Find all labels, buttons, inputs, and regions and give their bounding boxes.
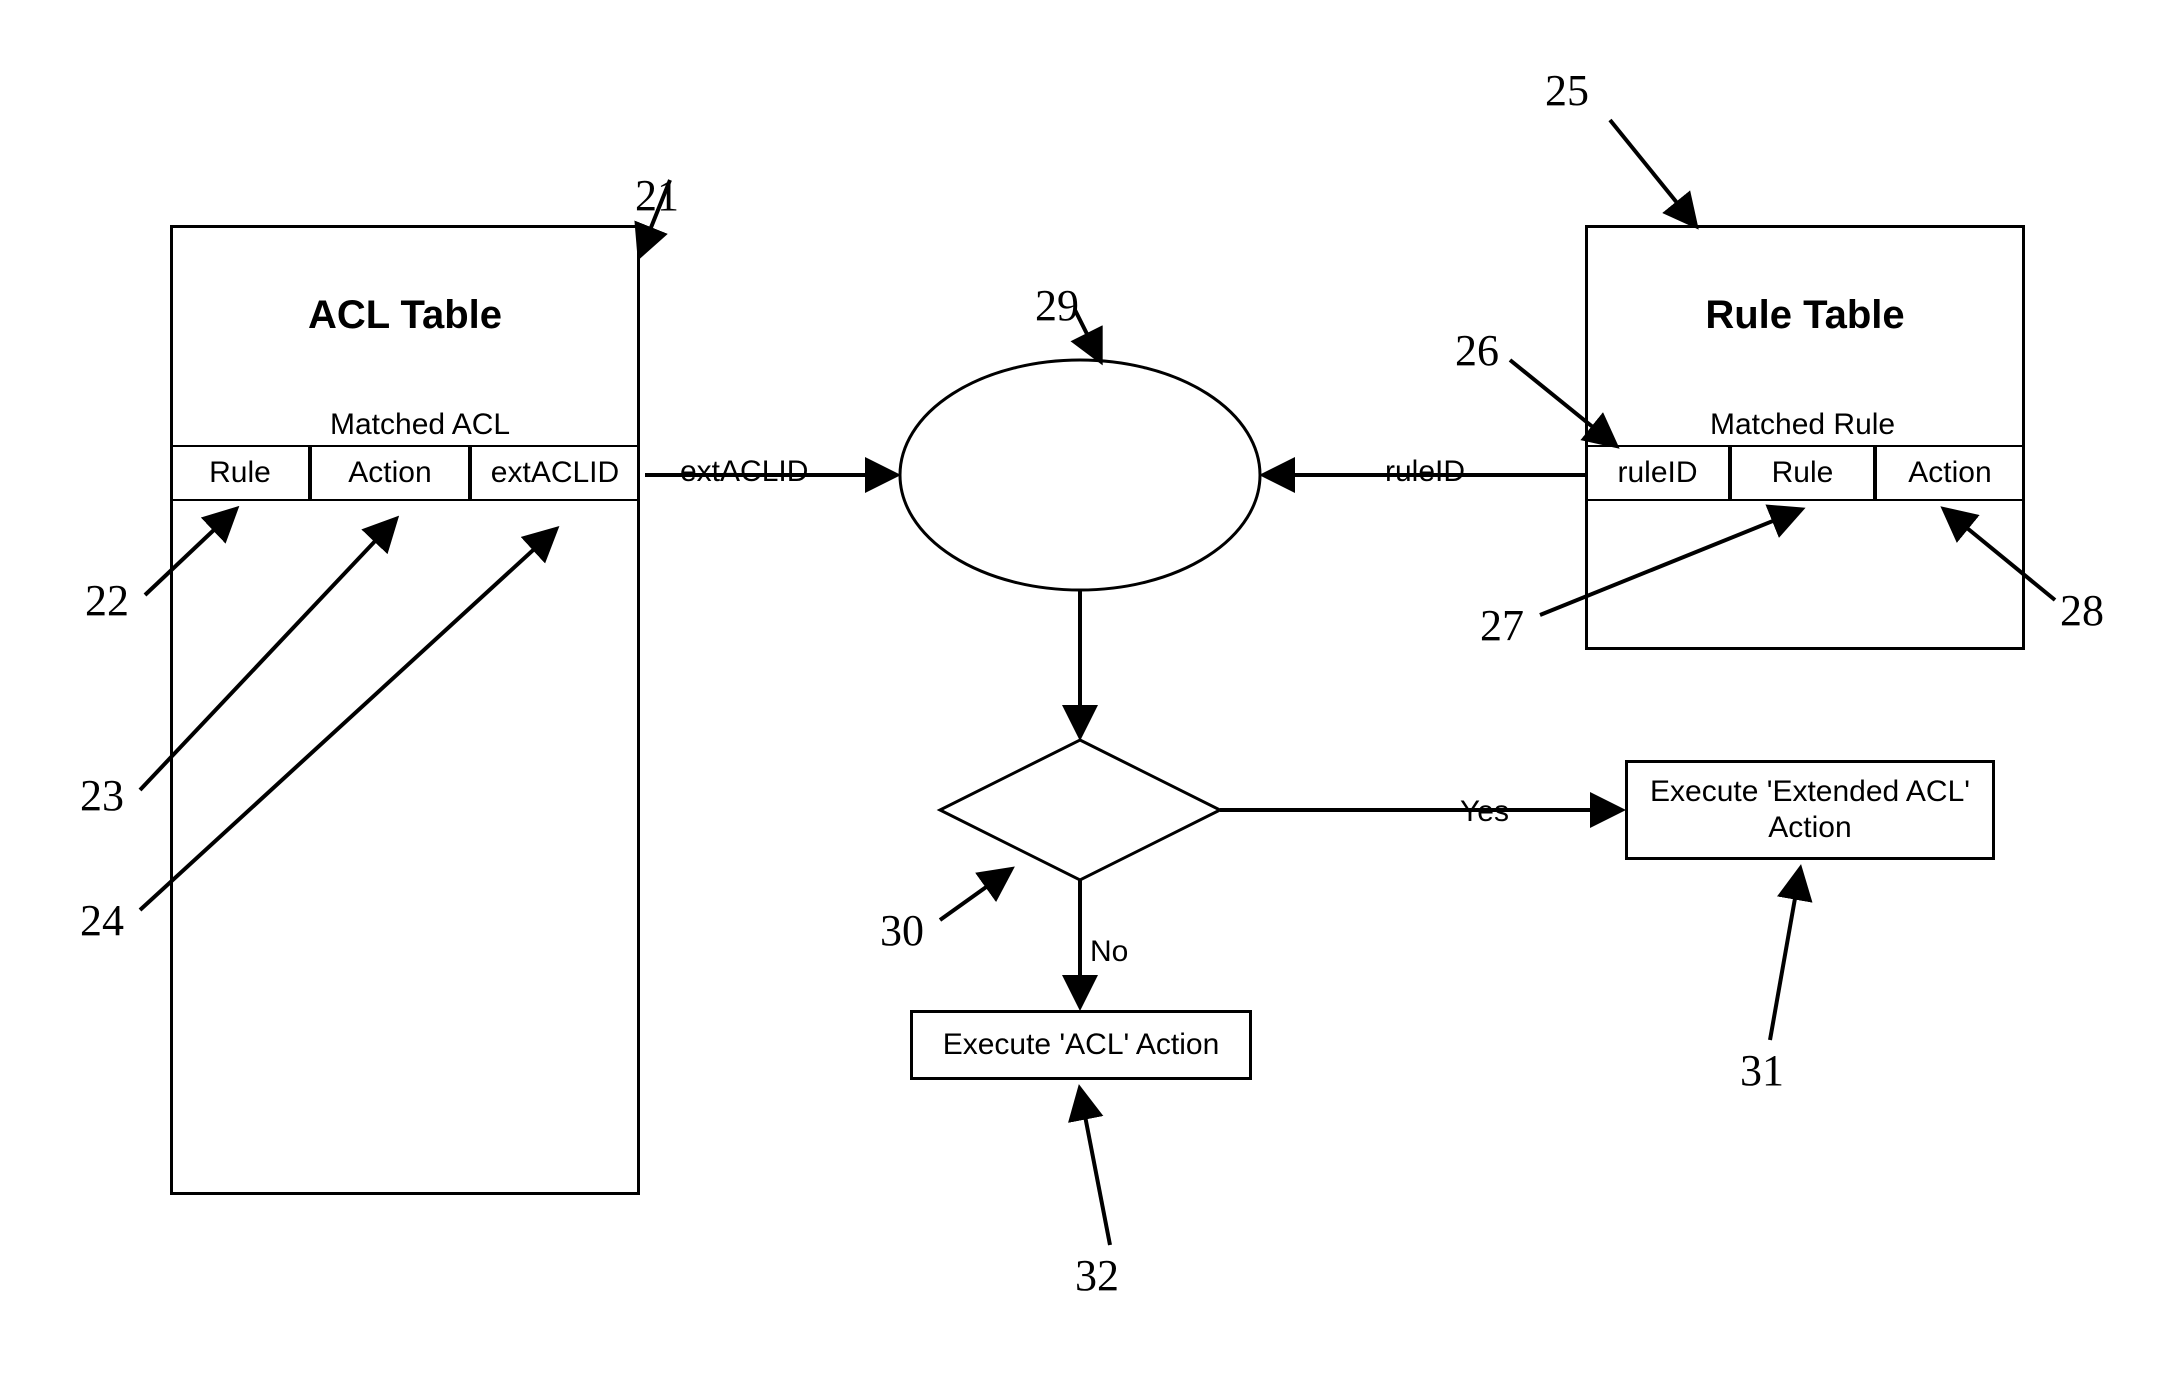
rule-table-header-row: ruleID Rule Action [1585, 445, 2025, 501]
diagram-stage: ACL Table Matched ACL Rule Action extACL… [0, 0, 2167, 1395]
edge-yes-label: Yes [1460, 795, 1509, 829]
matched-acl-label: Matched ACL [330, 408, 510, 442]
exec-acl-box: Execute 'ACL' Action [910, 1010, 1252, 1080]
acl-table-header-row: Rule Action extACLID [170, 445, 640, 501]
ref-27: 27 [1480, 600, 1524, 651]
acl-col-rule: Rule [170, 445, 310, 501]
acl-col-extaclid: extACLID [470, 445, 640, 501]
ref-31: 31 [1740, 1045, 1784, 1096]
ref-22: 22 [85, 575, 129, 626]
compare-node-text: Compare 'extACLID' with 'ruleID' [940, 425, 1220, 500]
rule-col-ruleid: ruleID [1585, 445, 1730, 501]
exec-acl-text: Execute 'ACL' Action [943, 1027, 1220, 1063]
ref-30: 30 [880, 905, 924, 956]
ref-23: 23 [80, 770, 124, 821]
acl-table: ACL Table [170, 225, 640, 1195]
ref-28: 28 [2060, 585, 2104, 636]
acl-col-action: Action [310, 445, 470, 501]
rule-table-title: Rule Table [1588, 228, 2022, 403]
ref-24: 24 [80, 895, 124, 946]
acl-table-title: ACL Table [173, 228, 637, 403]
matched-rule-label: Matched Rule [1710, 408, 1895, 442]
edge-no-label: No [1090, 935, 1128, 969]
ref-32: 32 [1075, 1250, 1119, 1301]
ref-25: 25 [1545, 65, 1589, 116]
exec-ext-acl-text: Execute 'Extended ACL' Action [1642, 774, 1978, 846]
ref-26: 26 [1455, 325, 1499, 376]
edge-extaclid-label: extACLID [680, 455, 808, 489]
ref-29: 29 [1035, 280, 1079, 331]
decision-node-text: Equal [1040, 795, 1120, 829]
rule-col-rule: Rule [1730, 445, 1875, 501]
edge-ruleid-label: ruleID [1385, 455, 1465, 489]
exec-ext-acl-box: Execute 'Extended ACL' Action [1625, 760, 1995, 860]
rule-col-action: Action [1875, 445, 2025, 501]
ref-21: 21 [635, 170, 679, 221]
